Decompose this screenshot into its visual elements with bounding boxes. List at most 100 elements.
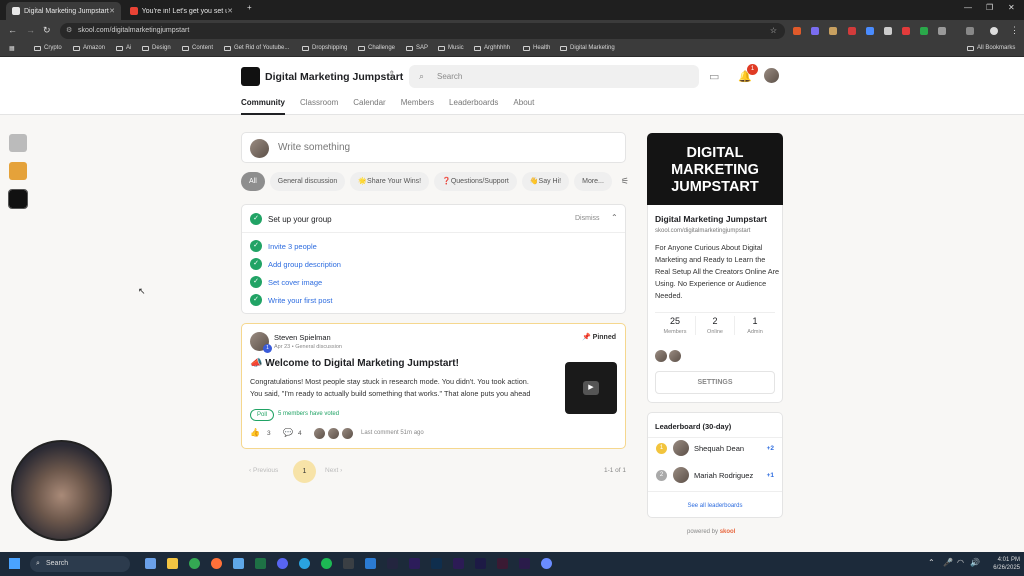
group-switcher-icon[interactable]: ⇕ [388,69,396,80]
vscode-icon[interactable] [365,558,376,569]
photos-icon[interactable] [233,558,244,569]
after-effects-icon[interactable] [453,558,464,569]
bookmark-folder[interactable]: Content [182,45,213,51]
microphone-icon[interactable]: 🎤 [943,558,953,567]
taskbar-app-icon[interactable] [145,558,156,569]
volume-icon[interactable]: 🔊 [970,558,980,567]
media-encoder-icon[interactable] [475,558,486,569]
member-avatar[interactable] [655,350,667,362]
extension-icon[interactable] [811,27,819,35]
apps-grid-icon[interactable]: ▦ [9,45,15,52]
browser-tab[interactable]: You're in! Let's get you set up... ✕ [124,2,239,20]
telegram-icon[interactable] [299,558,310,569]
extension-icon[interactable] [793,27,801,35]
extension-icon[interactable] [884,27,892,35]
wifi-icon[interactable]: ◠ [957,558,964,567]
extension-icon[interactable] [902,27,910,35]
next-page-button[interactable]: Next › [325,467,342,474]
url-field[interactable]: ⚙ skool.com/digitalmarketingjumpstart ☆ [60,23,785,39]
tab-calendar[interactable]: Calendar [353,98,385,115]
tray-chevron-icon[interactable]: ⌃ [928,558,935,567]
tab-classroom[interactable]: Classroom [300,98,338,115]
bookmark-folder[interactable]: Design [142,45,171,51]
filter-chip[interactable]: ❓Questions/Support [434,172,517,191]
tab-community[interactable]: Community [241,98,285,115]
chrome-icon[interactable] [189,558,200,569]
bookmark-folder[interactable]: Get Rid of Youtube... [224,45,289,51]
all-bookmarks[interactable]: All Bookmarks [967,45,1015,51]
firefox-icon[interactable] [211,558,222,569]
character-animator-icon[interactable] [519,558,530,569]
collapse-chevron-icon[interactable]: ⌃ [611,213,618,222]
extension-icon[interactable] [829,27,837,35]
side-panel-icon[interactable] [966,27,974,35]
profile-avatar[interactable] [990,27,998,35]
leader-avatar[interactable] [673,440,689,456]
forward-icon[interactable]: → [26,25,35,35]
browser-tab-active[interactable]: Digital Marketing Jumpstart ✕ [6,2,121,20]
tab-leaderboards[interactable]: Leaderboards [449,98,498,115]
leader-avatar[interactable] [673,467,689,483]
photoshop-icon[interactable] [431,558,442,569]
animate-icon[interactable] [497,558,508,569]
tab-about[interactable]: About [513,98,534,115]
filter-chip[interactable]: 🌟Share Your Wins! [350,172,430,191]
post-author[interactable]: Steven Spielman [274,333,331,342]
commenter-avatar[interactable] [342,428,353,439]
extensions-puzzle-icon[interactable] [938,27,946,35]
windows-start-icon[interactable] [9,558,20,569]
extension-icon[interactable] [866,27,874,35]
maximize-icon[interactable]: ❐ [986,3,993,12]
bookmark-folder[interactable]: Challenge [358,45,395,51]
see-all-leaderboards-link[interactable]: See all leaderboards [648,503,782,509]
post-title[interactable]: 📣 Welcome to Digital Marketing Jumpstart… [250,358,459,369]
member-avatar[interactable] [669,350,681,362]
chat-icon[interactable]: ▭ [709,70,719,83]
group-shortcut[interactable] [9,134,27,152]
bookmark-folder[interactable]: Ai [116,45,131,51]
user-avatar[interactable] [764,68,779,83]
bookmark-folder[interactable]: Digital Marketing [560,45,615,51]
post-composer[interactable]: Write something [241,132,626,163]
bookmark-folder[interactable]: Arghhhhh [474,45,510,51]
taskbar-clock[interactable]: 4:01 PM 6/26/2025 [984,556,1020,572]
bookmark-star-icon[interactable]: ☆ [770,23,777,39]
group-logo[interactable] [241,67,260,86]
previous-page-button[interactable]: ‹ Previous [249,467,278,474]
like-icon[interactable]: 👍 [250,428,260,437]
commenter-avatar[interactable] [328,428,339,439]
pinned-post[interactable]: 1 Steven Spielman Apr 23 • General discu… [241,323,626,449]
extension-icon[interactable] [848,27,856,35]
close-tab-icon[interactable]: ✕ [109,7,115,15]
spotify-icon[interactable] [321,558,332,569]
bookmark-folder[interactable]: Crypto [34,45,62,51]
group-shortcut[interactable] [9,162,27,180]
taskbar-app-icon[interactable] [541,558,552,569]
settings-button[interactable]: SETTINGS [655,371,775,394]
setup-item-cover[interactable]: Set cover image [268,278,322,287]
setup-item-invite[interactable]: Invite 3 people [268,242,317,251]
dismiss-button[interactable]: Dismiss [575,215,600,222]
tab-members[interactable]: Members [401,98,434,115]
bookmark-folder[interactable]: Dropshipping [302,45,347,51]
comment-icon[interactable]: 💬 [283,428,293,437]
premiere-icon[interactable] [409,558,420,569]
bookmark-folder[interactable]: Amazon [73,45,105,51]
post-category[interactable]: General discussion [295,344,342,350]
group-shortcut-active[interactable] [8,189,28,209]
filter-chip-all[interactable]: All [241,172,265,191]
page-1-button[interactable]: 1 [293,460,316,483]
new-tab-icon[interactable]: + [247,3,252,12]
setup-item-first-post[interactable]: Write your first post [268,296,332,305]
excel-icon[interactable] [255,558,266,569]
close-tab-icon[interactable]: ✕ [227,7,233,15]
extension-icon[interactable] [920,27,928,35]
taskbar-search[interactable]: ⌕ Search [30,556,130,572]
about-group-url[interactable]: skool.com/digitalmarketingjumpstart [655,228,750,234]
discord-icon[interactable] [277,558,288,569]
file-explorer-icon[interactable] [167,558,178,569]
skool-brand-logo[interactable]: skool [720,529,736,535]
site-info-icon[interactable]: ⚙ [66,23,72,39]
filter-chip-more[interactable]: More... [574,172,612,191]
filter-settings-icon[interactable]: ⚟ [621,176,629,187]
